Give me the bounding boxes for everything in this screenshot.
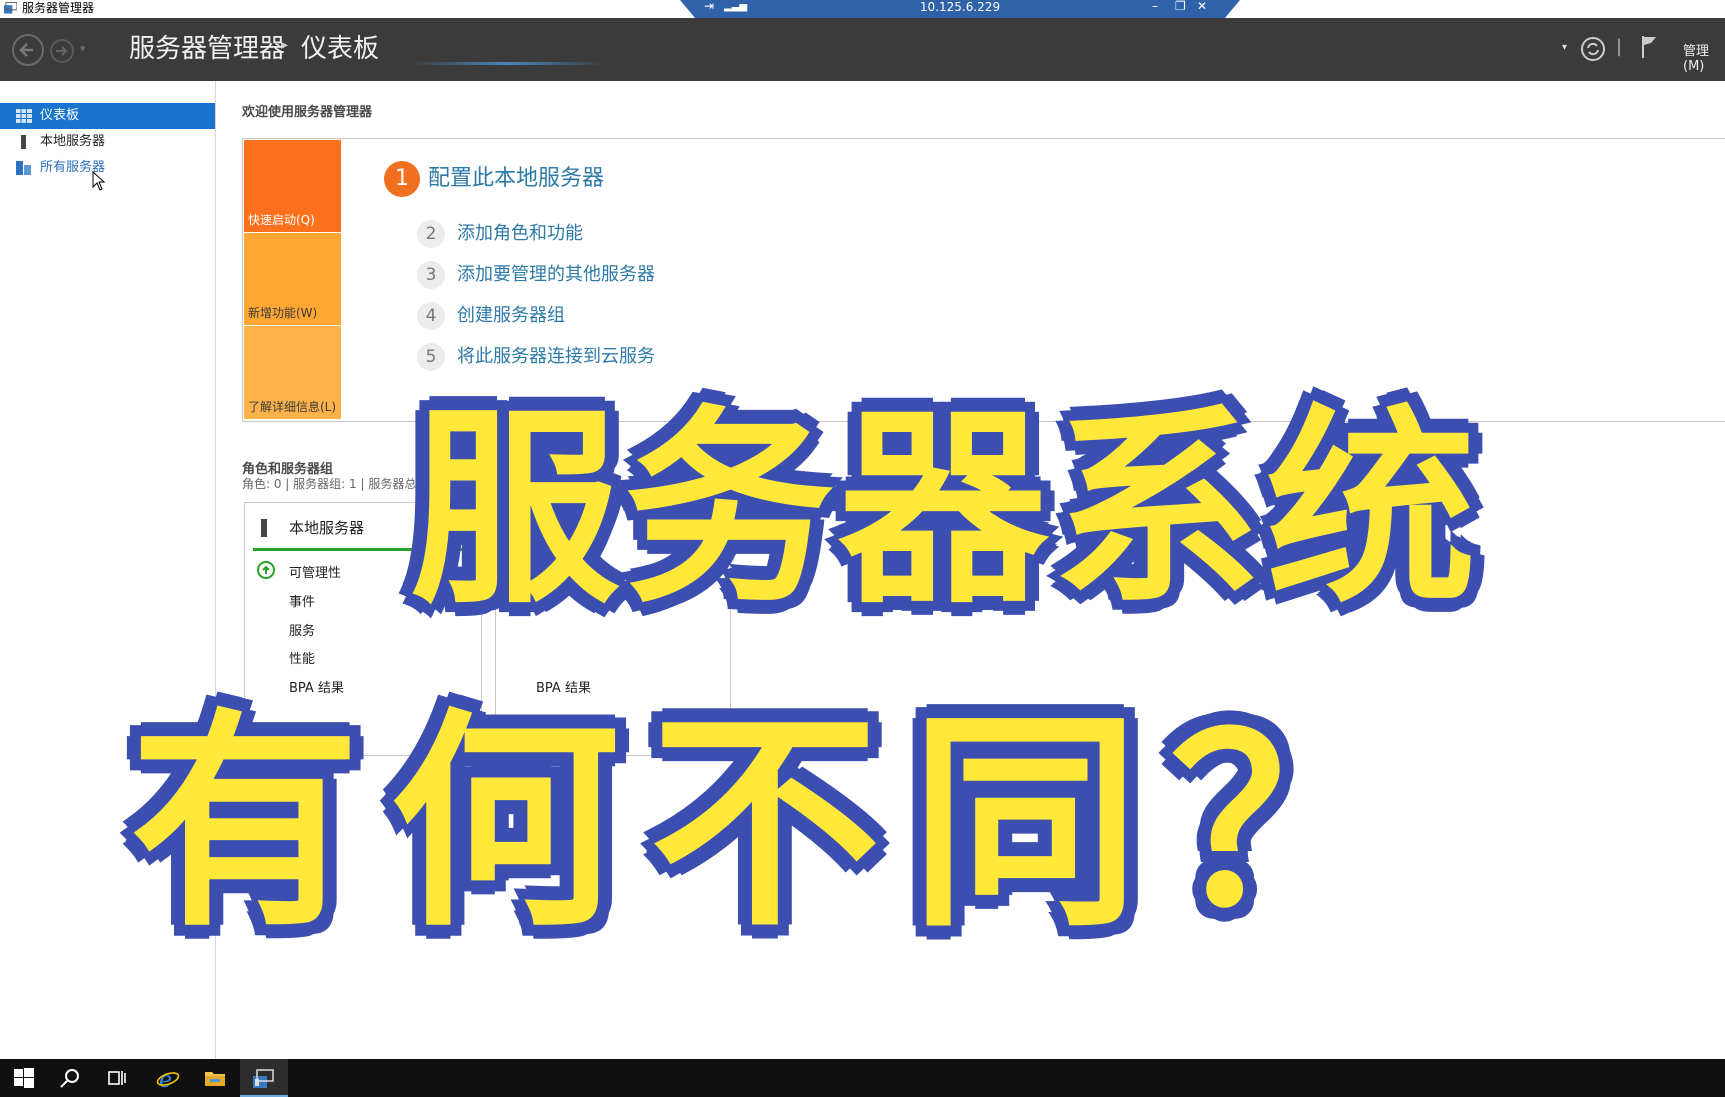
refresh-icon[interactable]: [1580, 36, 1606, 62]
tile-whats-new[interactable]: 新增功能(W): [244, 233, 341, 325]
svg-text:e: e: [159, 1068, 172, 1090]
step-label: 添加角色和功能: [457, 223, 583, 244]
overlay-headline-line2: 有何不同？: [130, 691, 1431, 958]
configure-local-server-link[interactable]: 配置此本地服务器: [428, 161, 604, 197]
manage-menu[interactable]: 管理(M): [1683, 40, 1725, 74]
step-label: 将此服务器连接到云服务: [457, 346, 655, 367]
start-button[interactable]: [0, 1059, 48, 1097]
search-icon: [60, 1069, 79, 1088]
breadcrumb-separator: ▸: [281, 37, 289, 53]
sidebar-item-local-server[interactable]: 本地服务器: [0, 129, 215, 155]
forward-button[interactable]: [50, 39, 74, 63]
back-button[interactable]: [12, 34, 44, 66]
quick-start-panel: 快速启动(Q) 新增功能(W) 了解详细信息(L) 1 配置此本地服务器 2 添…: [242, 138, 1725, 422]
step-number: 2: [417, 220, 445, 248]
server-manager-icon: [253, 1069, 274, 1088]
step-number: 5: [417, 343, 445, 371]
restore-icon[interactable]: ❐: [1175, 0, 1186, 14]
tile-quick-start[interactable]: 快速启动(Q): [244, 140, 341, 232]
dashboard-icon: [16, 109, 32, 123]
step-number: 1: [384, 161, 420, 197]
rdp-connection-bar[interactable]: ⇥ ▂▃▅ 10.125.6.229 – ❐ ✕: [680, 0, 1240, 18]
sidebar-item-all-servers[interactable]: 所有服务器: [0, 155, 215, 181]
step-label: 创建服务器组: [457, 305, 565, 326]
forward-arrow-icon: [56, 46, 68, 56]
taskbar: e: [0, 1059, 1725, 1097]
breadcrumb-app[interactable]: 服务器管理器: [129, 32, 285, 66]
tile-label: 快速启动(Q): [248, 213, 315, 227]
card-title: 本地服务器: [289, 519, 365, 537]
taskbar-ie[interactable]: e: [144, 1059, 192, 1097]
back-arrow-icon: [19, 43, 33, 57]
header-divider: |: [1616, 36, 1623, 57]
manageability-ok-icon: [257, 561, 275, 579]
sidebar-item-dashboard[interactable]: 仪表板: [0, 103, 215, 129]
history-dropdown-icon[interactable]: ▾: [80, 42, 86, 55]
server-icon: [261, 519, 267, 537]
internet-explorer-icon: e: [156, 1068, 180, 1090]
search-button[interactable]: [48, 1059, 96, 1097]
tile-learn-more[interactable]: 了解详细信息(L): [244, 326, 341, 419]
tile-label: 新增功能(W): [248, 306, 318, 320]
card-row-events[interactable]: 事件: [289, 591, 315, 610]
taskbar-server-manager[interactable]: [240, 1059, 288, 1097]
folder-icon: [205, 1072, 225, 1086]
close-icon[interactable]: ✕: [1197, 0, 1207, 14]
task-view-icon: [108, 1071, 126, 1085]
sidebar-item-label: 本地服务器: [40, 134, 106, 149]
server-icon: [21, 135, 26, 149]
taskbar-file-explorer[interactable]: [192, 1059, 240, 1097]
minimize-icon[interactable]: –: [1152, 0, 1158, 14]
step-number: 3: [417, 261, 445, 289]
windows-logo-icon: [14, 1068, 34, 1088]
welcome-heading: 欢迎使用服务器管理器: [242, 105, 373, 120]
servers-icon: [16, 161, 31, 175]
notifications-dropdown-icon[interactable]: ▾: [1562, 42, 1567, 53]
flag-icon[interactable]: [1640, 34, 1658, 60]
app-header: ▾ 服务器管理器 ▸ 仪表板 ▾ | 管理(M): [0, 18, 1725, 81]
loading-indicator: [410, 62, 605, 65]
mouse-cursor-icon: [92, 171, 106, 191]
step-label: 添加要管理的其他服务器: [457, 264, 655, 285]
card-row-services[interactable]: 服务: [289, 620, 315, 639]
sidebar-item-label: 仪表板: [40, 108, 80, 123]
overlay-headline-line1: 服务器系统: [410, 387, 1481, 632]
window-title: 服务器管理器: [22, 1, 95, 15]
tile-label: 了解详细信息(L): [248, 400, 337, 414]
breadcrumb-page: 仪表板: [301, 34, 380, 64]
step-number: 4: [417, 302, 445, 330]
card-row-manageability[interactable]: 可管理性: [289, 562, 341, 581]
card-row-performance[interactable]: 性能: [289, 648, 315, 667]
task-view-button[interactable]: [96, 1059, 144, 1097]
server-manager-icon: [4, 2, 17, 14]
